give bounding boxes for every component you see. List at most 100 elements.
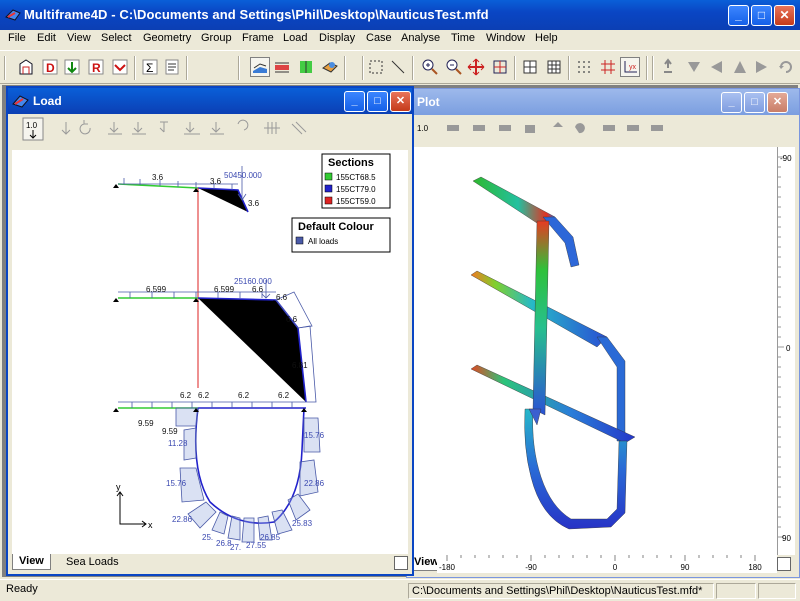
colour-legend-label: All loads xyxy=(308,237,338,246)
new-icon[interactable] xyxy=(16,57,36,77)
report-icon[interactable] xyxy=(162,57,182,77)
grid-icon[interactable] xyxy=(520,57,540,77)
section-view-icon[interactable] xyxy=(272,57,292,77)
load-window-title: Load xyxy=(33,94,62,108)
maximize-button[interactable]: □ xyxy=(751,5,772,26)
load-label-hull-g: 22.86 xyxy=(172,515,193,524)
menu-view[interactable]: View xyxy=(67,32,91,44)
axis-x-label: x xyxy=(148,520,153,530)
menu-analyse[interactable]: Analyse xyxy=(401,32,440,44)
colour-legend-swatch xyxy=(295,236,304,245)
zoom-extents-icon[interactable] xyxy=(490,57,510,77)
load-window-title-bar: Load _ □ ✕ xyxy=(8,88,412,114)
axes-icon[interactable]: yx xyxy=(620,57,640,77)
plot-maximize-button[interactable]: □ xyxy=(744,92,765,113)
dead-load-icon[interactable]: D xyxy=(40,57,60,77)
legend-label-2: 155CT59.0 xyxy=(336,197,376,206)
arrow-right-icon[interactable] xyxy=(752,57,772,77)
app-title: Multiframe4D - C:\Documents and Settings… xyxy=(24,7,489,22)
plot-resize-box[interactable] xyxy=(777,557,791,571)
combination-icon[interactable] xyxy=(110,57,130,77)
menu-display[interactable]: Display xyxy=(319,32,355,44)
render-view-icon[interactable] xyxy=(320,57,340,77)
load-label-hull-f: 22.86 xyxy=(304,479,325,488)
load-label-mid-e: 6.6 xyxy=(286,315,298,324)
support-icon[interactable] xyxy=(658,57,678,77)
menu-window[interactable]: Window xyxy=(486,32,525,44)
load-label-top-a: 3.6 xyxy=(152,173,164,182)
coordinates-icon[interactable] xyxy=(598,57,618,77)
load-window: Load _ □ ✕ 1.0 3.6 3.6 3.6 6.599 6.599 6… xyxy=(6,86,414,576)
load-resize-box[interactable] xyxy=(394,556,408,570)
plot-close-button[interactable]: ✕ xyxy=(767,92,788,113)
load-bottom-bar: View Sea Loads xyxy=(8,554,412,574)
load-label-hull-c: 11.28 xyxy=(168,439,188,448)
triangle-icon[interactable] xyxy=(730,57,750,77)
plot-canvas[interactable] xyxy=(411,147,777,555)
menu-help[interactable]: Help xyxy=(535,32,558,44)
load-label-top-b: 3.6 xyxy=(210,177,222,186)
status-file-path: C:\Documents and Settings\Phil\Desktop\N… xyxy=(408,583,714,599)
menu-edit[interactable]: Edit xyxy=(37,32,56,44)
axis-y-label: y xyxy=(116,482,121,492)
member-view-icon[interactable] xyxy=(296,57,316,77)
load-maximize-button[interactable]: □ xyxy=(367,91,388,112)
arrow-left-icon[interactable] xyxy=(706,57,726,77)
load-label-hull-d: 15.76 xyxy=(166,479,187,488)
load-label-mid-d: 6.6 xyxy=(276,293,288,302)
minimize-button[interactable]: _ xyxy=(728,5,749,26)
load-canvas[interactable]: 3.6 3.6 3.6 6.599 6.599 6.6 6.6 6.6 6.81… xyxy=(12,150,408,554)
vruler-label-mid: 0 xyxy=(786,344,791,353)
menu-geometry[interactable]: Geometry xyxy=(143,32,191,44)
plot-scale-label: 1.0 xyxy=(417,124,429,133)
live-load-icon[interactable] xyxy=(62,57,82,77)
sum-icon[interactable]: Σ xyxy=(140,57,160,77)
plot-window-title: Plot xyxy=(417,95,440,109)
select-line-icon[interactable] xyxy=(388,57,408,77)
load-window-icon xyxy=(12,95,29,108)
sections-legend-title: Sections xyxy=(328,157,374,169)
load-frame-diagram: 3.6 3.6 3.6 6.599 6.599 6.6 6.6 6.6 6.81… xyxy=(113,153,391,552)
load-minimize-button[interactable]: _ xyxy=(344,91,365,112)
app-title-bar: Multiframe4D - C:\Documents and Settings… xyxy=(0,0,800,30)
status-bar: Ready C:\Documents and Settings\Phil\Des… xyxy=(0,579,800,601)
load-scale-label: 1.0 xyxy=(26,121,38,130)
plot-minimize-button[interactable]: _ xyxy=(721,92,742,113)
load-label-hull-b: 9.59 xyxy=(162,427,178,436)
snap-grid-icon[interactable] xyxy=(574,57,594,77)
plot-window-title-bar: Plot _ □ ✕ xyxy=(407,89,799,115)
legend-label-1: 155CT79.0 xyxy=(336,185,376,194)
load-label-hull-l: 27. xyxy=(230,543,241,552)
load-label-low-a: 6.2 xyxy=(180,391,192,400)
menu-select[interactable]: Select xyxy=(101,32,132,44)
menu-time[interactable]: Time xyxy=(451,32,475,44)
load-label-hull-j: 26.85 xyxy=(260,533,281,542)
load-label-low-d: 6.2 xyxy=(278,391,290,400)
frame-view-icon[interactable] xyxy=(250,57,270,77)
result-icon[interactable]: R xyxy=(86,57,106,77)
menu-frame[interactable]: Frame xyxy=(242,32,274,44)
zoom-in-icon[interactable] xyxy=(420,57,440,77)
menu-group[interactable]: Group xyxy=(201,32,232,44)
rotate-icon[interactable] xyxy=(776,57,796,77)
hruler-label-1: -90 xyxy=(525,563,537,572)
status-pane-2 xyxy=(716,583,756,599)
zoom-out-icon[interactable] xyxy=(444,57,464,77)
load-label-mid-b: 6.599 xyxy=(214,285,235,294)
menu-case[interactable]: Case xyxy=(366,32,392,44)
load-tab-sea-loads[interactable]: Sea Loads xyxy=(60,555,125,571)
close-button[interactable]: ✕ xyxy=(774,5,795,26)
load-label-mid-a: 6.599 xyxy=(146,285,167,294)
load-label-mid-c: 6.6 xyxy=(252,285,264,294)
grid2-icon[interactable] xyxy=(544,57,564,77)
svg-text:R: R xyxy=(92,61,101,75)
load-arrow-icon[interactable] xyxy=(684,57,704,77)
load-close-button[interactable]: ✕ xyxy=(390,91,411,112)
load-tab-view[interactable]: View xyxy=(12,554,51,570)
menu-file[interactable]: File xyxy=(8,32,26,44)
menu-load[interactable]: Load xyxy=(283,32,307,44)
status-ready: Ready xyxy=(6,583,38,595)
load-label-hull-h: 25.83 xyxy=(292,519,313,528)
pan-icon[interactable] xyxy=(466,57,486,77)
select-box-icon[interactable] xyxy=(366,57,386,77)
